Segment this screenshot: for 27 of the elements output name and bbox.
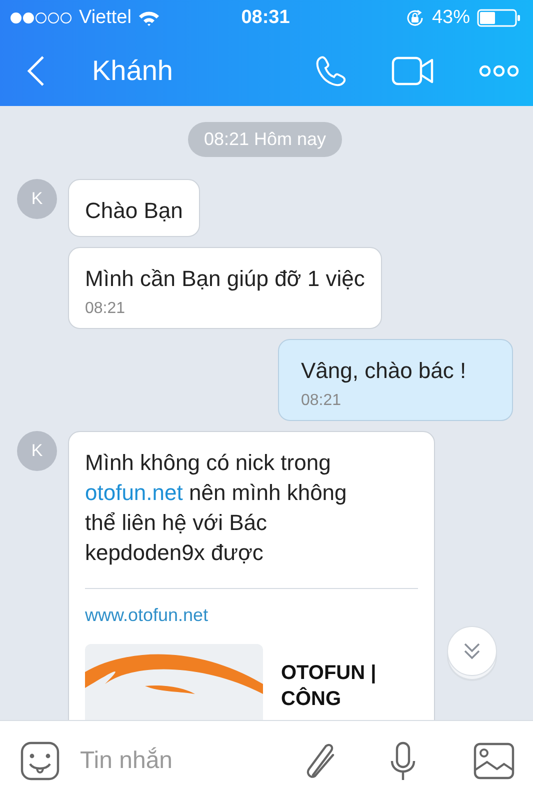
avatar: K	[17, 431, 57, 471]
image-icon[interactable]	[473, 742, 515, 780]
preview-title: OTOFUN | CÔNG	[281, 661, 378, 712]
message-text: Mình cần Bạn giúp đỡ 1 việc	[85, 265, 365, 293]
message-text: Chào Bạn	[85, 197, 183, 225]
message-text: Vâng, chào bác !	[301, 357, 468, 385]
rotation-lock-icon	[404, 8, 425, 28]
message-time: 08:21	[301, 392, 342, 410]
signal-icon	[10, 12, 72, 24]
message-link[interactable]: otofun.net	[85, 480, 183, 505]
date-separator: 08:21 Hôm nay	[188, 122, 342, 157]
microphone-icon[interactable]	[389, 740, 417, 780]
message-text: Mình không có nick trong otofun.net nên mình không thể liên hệ với Bác kepdoden9x được	[85, 449, 348, 567]
more-icon[interactable]	[479, 64, 519, 78]
chevrons-down-icon	[462, 641, 482, 661]
sticker-icon[interactable]	[20, 740, 60, 780]
message-time: 08:21	[85, 300, 126, 318]
battery-icon	[476, 9, 521, 27]
avatar: K	[17, 179, 57, 219]
video-call-icon[interactable]	[391, 56, 435, 86]
wifi-icon	[138, 10, 160, 26]
chat-title: Khánh	[92, 55, 173, 87]
preview-url[interactable]: www.otofun.net	[85, 605, 418, 626]
carrier-name: Viettel	[79, 7, 132, 29]
battery-percent: 43%	[432, 7, 470, 29]
status-time: 08:31	[241, 7, 290, 29]
back-button[interactable]	[26, 55, 46, 87]
